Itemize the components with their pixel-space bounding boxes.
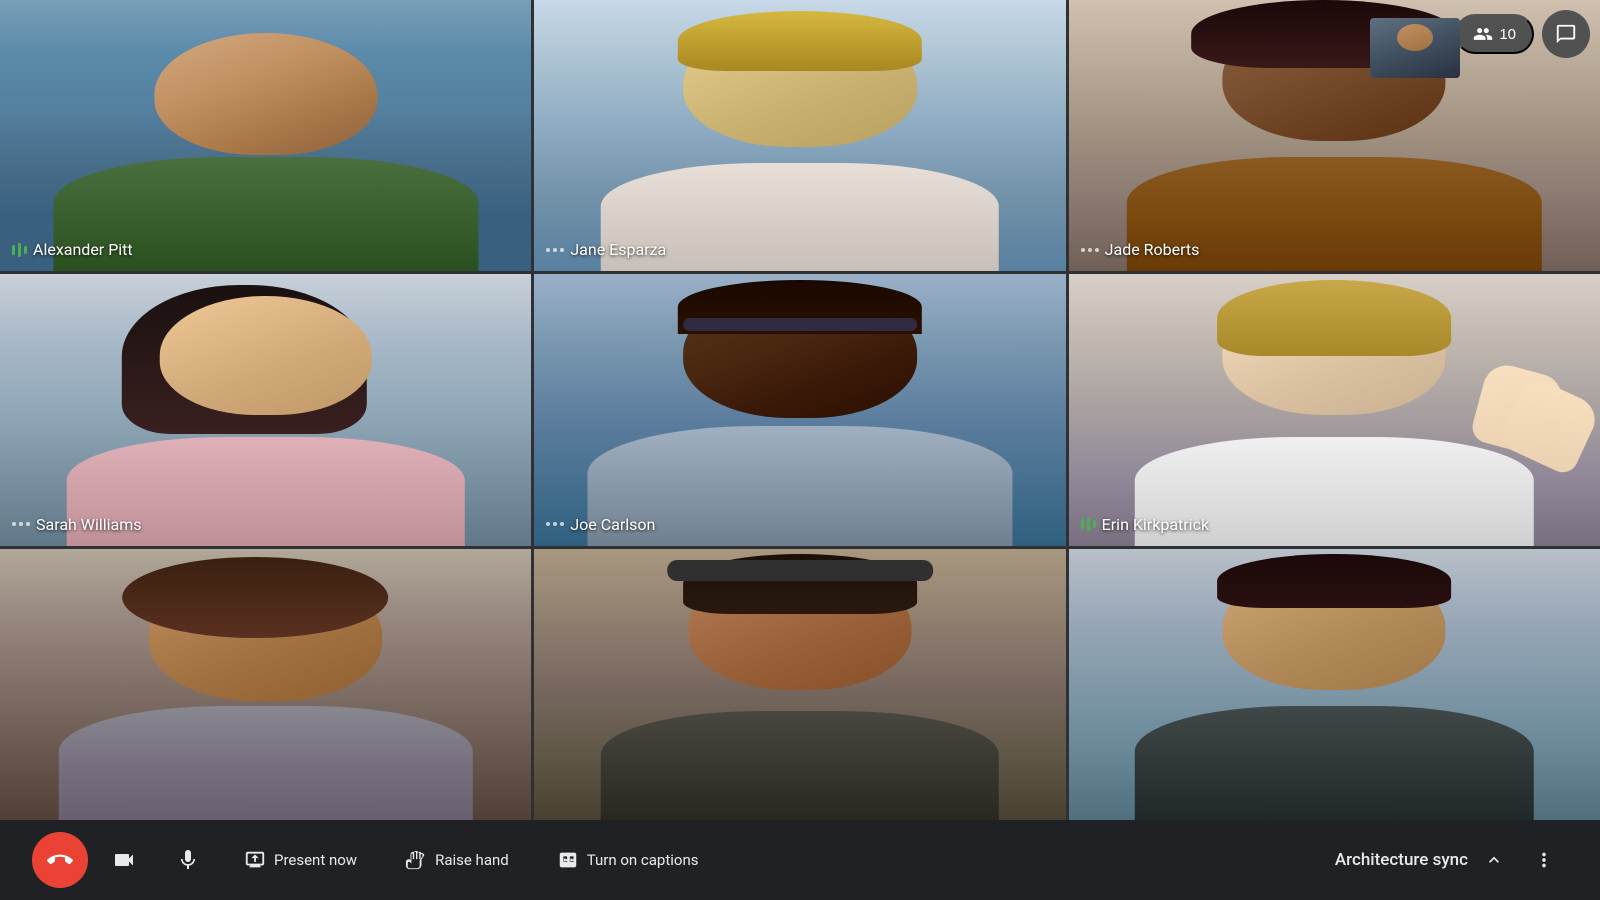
captions-button[interactable]: Turn on captions [537,837,719,883]
video-tile-6 [0,549,531,820]
end-call-button[interactable] [32,832,88,888]
meeting-options-button[interactable] [1476,842,1512,878]
name-label-4: Joe Carlson [546,515,655,534]
more-options-button[interactable] [1520,836,1568,884]
audio-indicator-0 [12,243,27,257]
video-tile-8 [1069,549,1600,820]
toolbar: Present now Raise hand Turn on captions … [0,820,1600,900]
participants-button[interactable]: 10 [1455,14,1534,54]
name-label-3: Sarah Williams [12,515,142,534]
chat-button[interactable] [1542,10,1590,58]
present-now-button[interactable]: Present now [224,837,377,883]
name-label-1: Jane Esparza [546,240,666,259]
camera-button[interactable] [96,832,152,888]
video-tile-0: Alexander Pitt [0,0,531,271]
name-label-0: Alexander Pitt [12,240,133,259]
video-tile-7 [534,549,1065,820]
participants-icon [1473,24,1493,44]
captions-icon [557,849,579,871]
top-right-controls: 10 [1455,10,1590,58]
microphone-button[interactable] [160,832,216,888]
microphone-icon [176,848,200,872]
video-tile-1: Jane Esparza [534,0,1065,271]
video-tile-4: Joe Carlson [534,274,1065,545]
raise-hand-icon [405,849,427,871]
more-options-icon [1533,849,1555,871]
chat-icon [1555,23,1577,45]
chevron-up-icon [1484,850,1504,870]
self-view-thumbnail[interactable] [1370,18,1460,78]
raise-hand-button[interactable]: Raise hand [385,837,529,883]
present-now-icon [244,849,266,871]
video-tile-5: Erin Kirkpatrick [1069,274,1600,545]
video-grid: Alexander Pitt Jane Esparza [0,0,1600,820]
camera-icon [112,848,136,872]
name-label-5: Erin Kirkpatrick [1081,515,1209,534]
end-call-icon [47,847,73,873]
name-label-2: Jade Roberts [1081,240,1200,259]
video-tile-3: Sarah Williams [0,274,531,545]
meeting-title: Architecture sync [1335,850,1468,870]
meeting-title-area: Architecture sync [1335,842,1512,878]
